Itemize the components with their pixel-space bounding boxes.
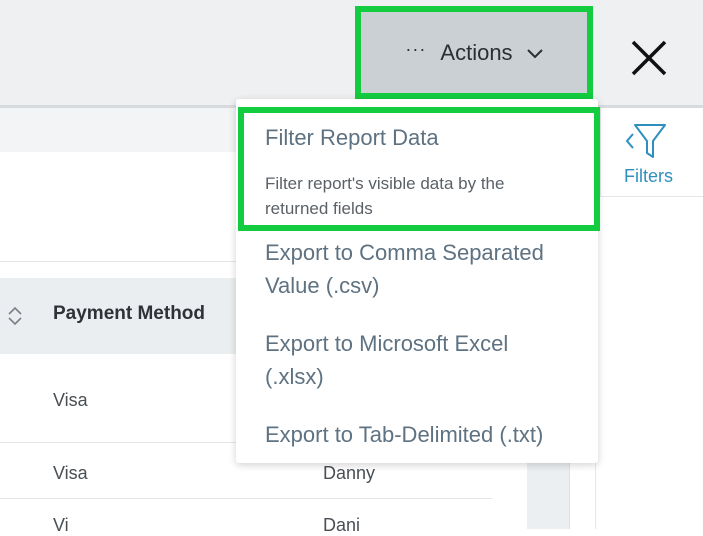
menu-item-description: Filter report's visible data by the retu… (265, 174, 505, 218)
filters-button[interactable]: Filters (600, 108, 703, 197)
close-button[interactable] (628, 38, 670, 80)
actions-button[interactable]: ··· Actions (355, 6, 593, 99)
menu-item-label-line1: Export to Microsoft Excel (265, 331, 509, 356)
menu-item-filter-report-data[interactable]: Filter Report Data Filter report's visib… (236, 107, 598, 231)
column-header-payment-method[interactable]: Payment Method (53, 303, 205, 325)
more-dots-icon: ··· (405, 39, 427, 59)
menu-item-label-line2: Value (.csv) (265, 273, 380, 298)
sort-icon[interactable] (7, 306, 23, 326)
top-toolbar (0, 0, 703, 108)
menu-item-label-line1: Export to Comma Separated (265, 240, 544, 265)
table-row[interactable]: Vi Dani (0, 499, 492, 535)
menu-item-label: Export to Tab-Delimited (.txt) (265, 422, 544, 447)
chevron-down-icon (526, 48, 543, 58)
menu-item-export-txt[interactable]: Export to Tab-Delimited (.txt) (236, 417, 598, 457)
menu-item-label-line2: (.xlsx) (265, 364, 324, 389)
side-panel (595, 196, 703, 529)
filters-label: Filters (624, 166, 673, 186)
payment-cell: Visa (53, 463, 88, 483)
name-cell: Danny (323, 463, 376, 483)
menu-item-export-xlsx[interactable]: Export to Microsoft Excel (.xlsx) (236, 327, 598, 401)
menu-item-label: Filter Report Data (265, 125, 439, 150)
filter-funnel-icon (625, 124, 666, 158)
actions-label: Actions (440, 39, 513, 65)
close-icon (631, 40, 667, 76)
menu-item-export-csv[interactable]: Export to Comma Separated Value (.csv) (236, 235, 598, 309)
actions-dropdown-menu: Filter Report Data Filter report's visib… (236, 99, 598, 463)
name-cell: Dani (323, 515, 361, 535)
payment-cell: Vi (53, 515, 69, 535)
payment-cell: Visa (53, 390, 88, 410)
